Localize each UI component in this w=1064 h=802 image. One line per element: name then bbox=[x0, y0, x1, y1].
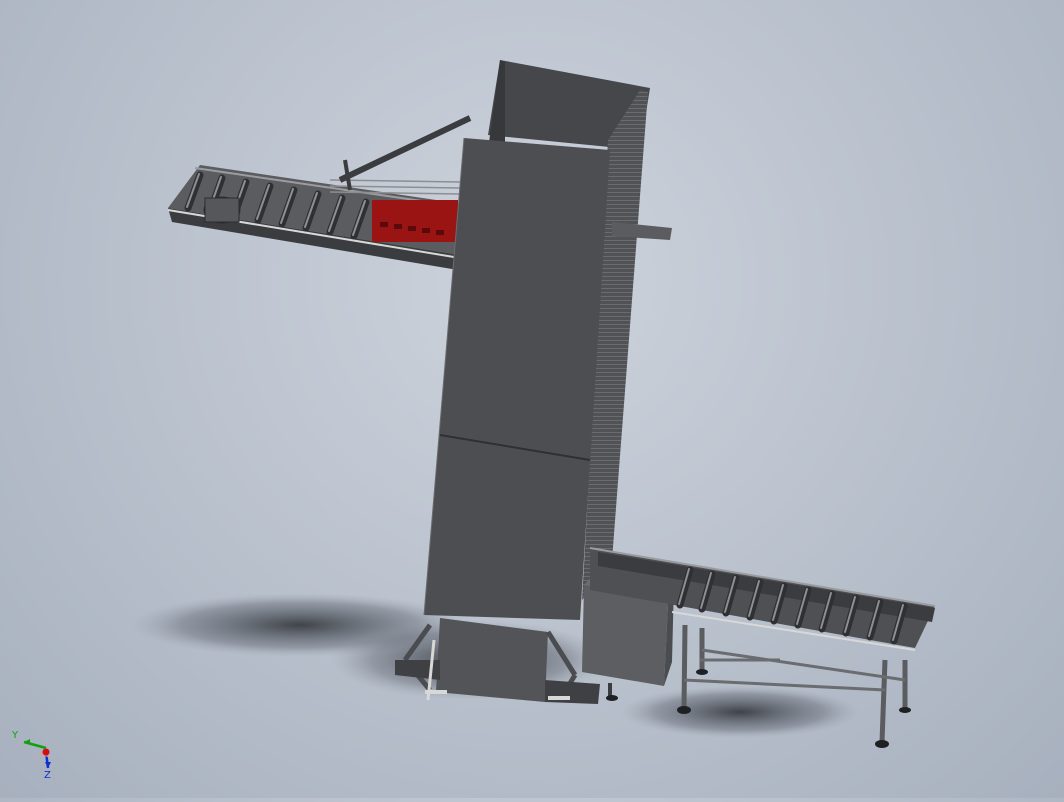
orientation-triad: Y Z bbox=[8, 724, 60, 781]
upper-roller-conveyor bbox=[167, 115, 472, 270]
y-axis-label: Y bbox=[11, 730, 19, 741]
assembly-model bbox=[130, 60, 936, 748]
z-axis-label: Z bbox=[44, 770, 51, 780]
x-axis-icon bbox=[42, 748, 50, 756]
3d-viewport[interactable] bbox=[0, 0, 1064, 798]
red-pusher-unit bbox=[372, 200, 458, 242]
